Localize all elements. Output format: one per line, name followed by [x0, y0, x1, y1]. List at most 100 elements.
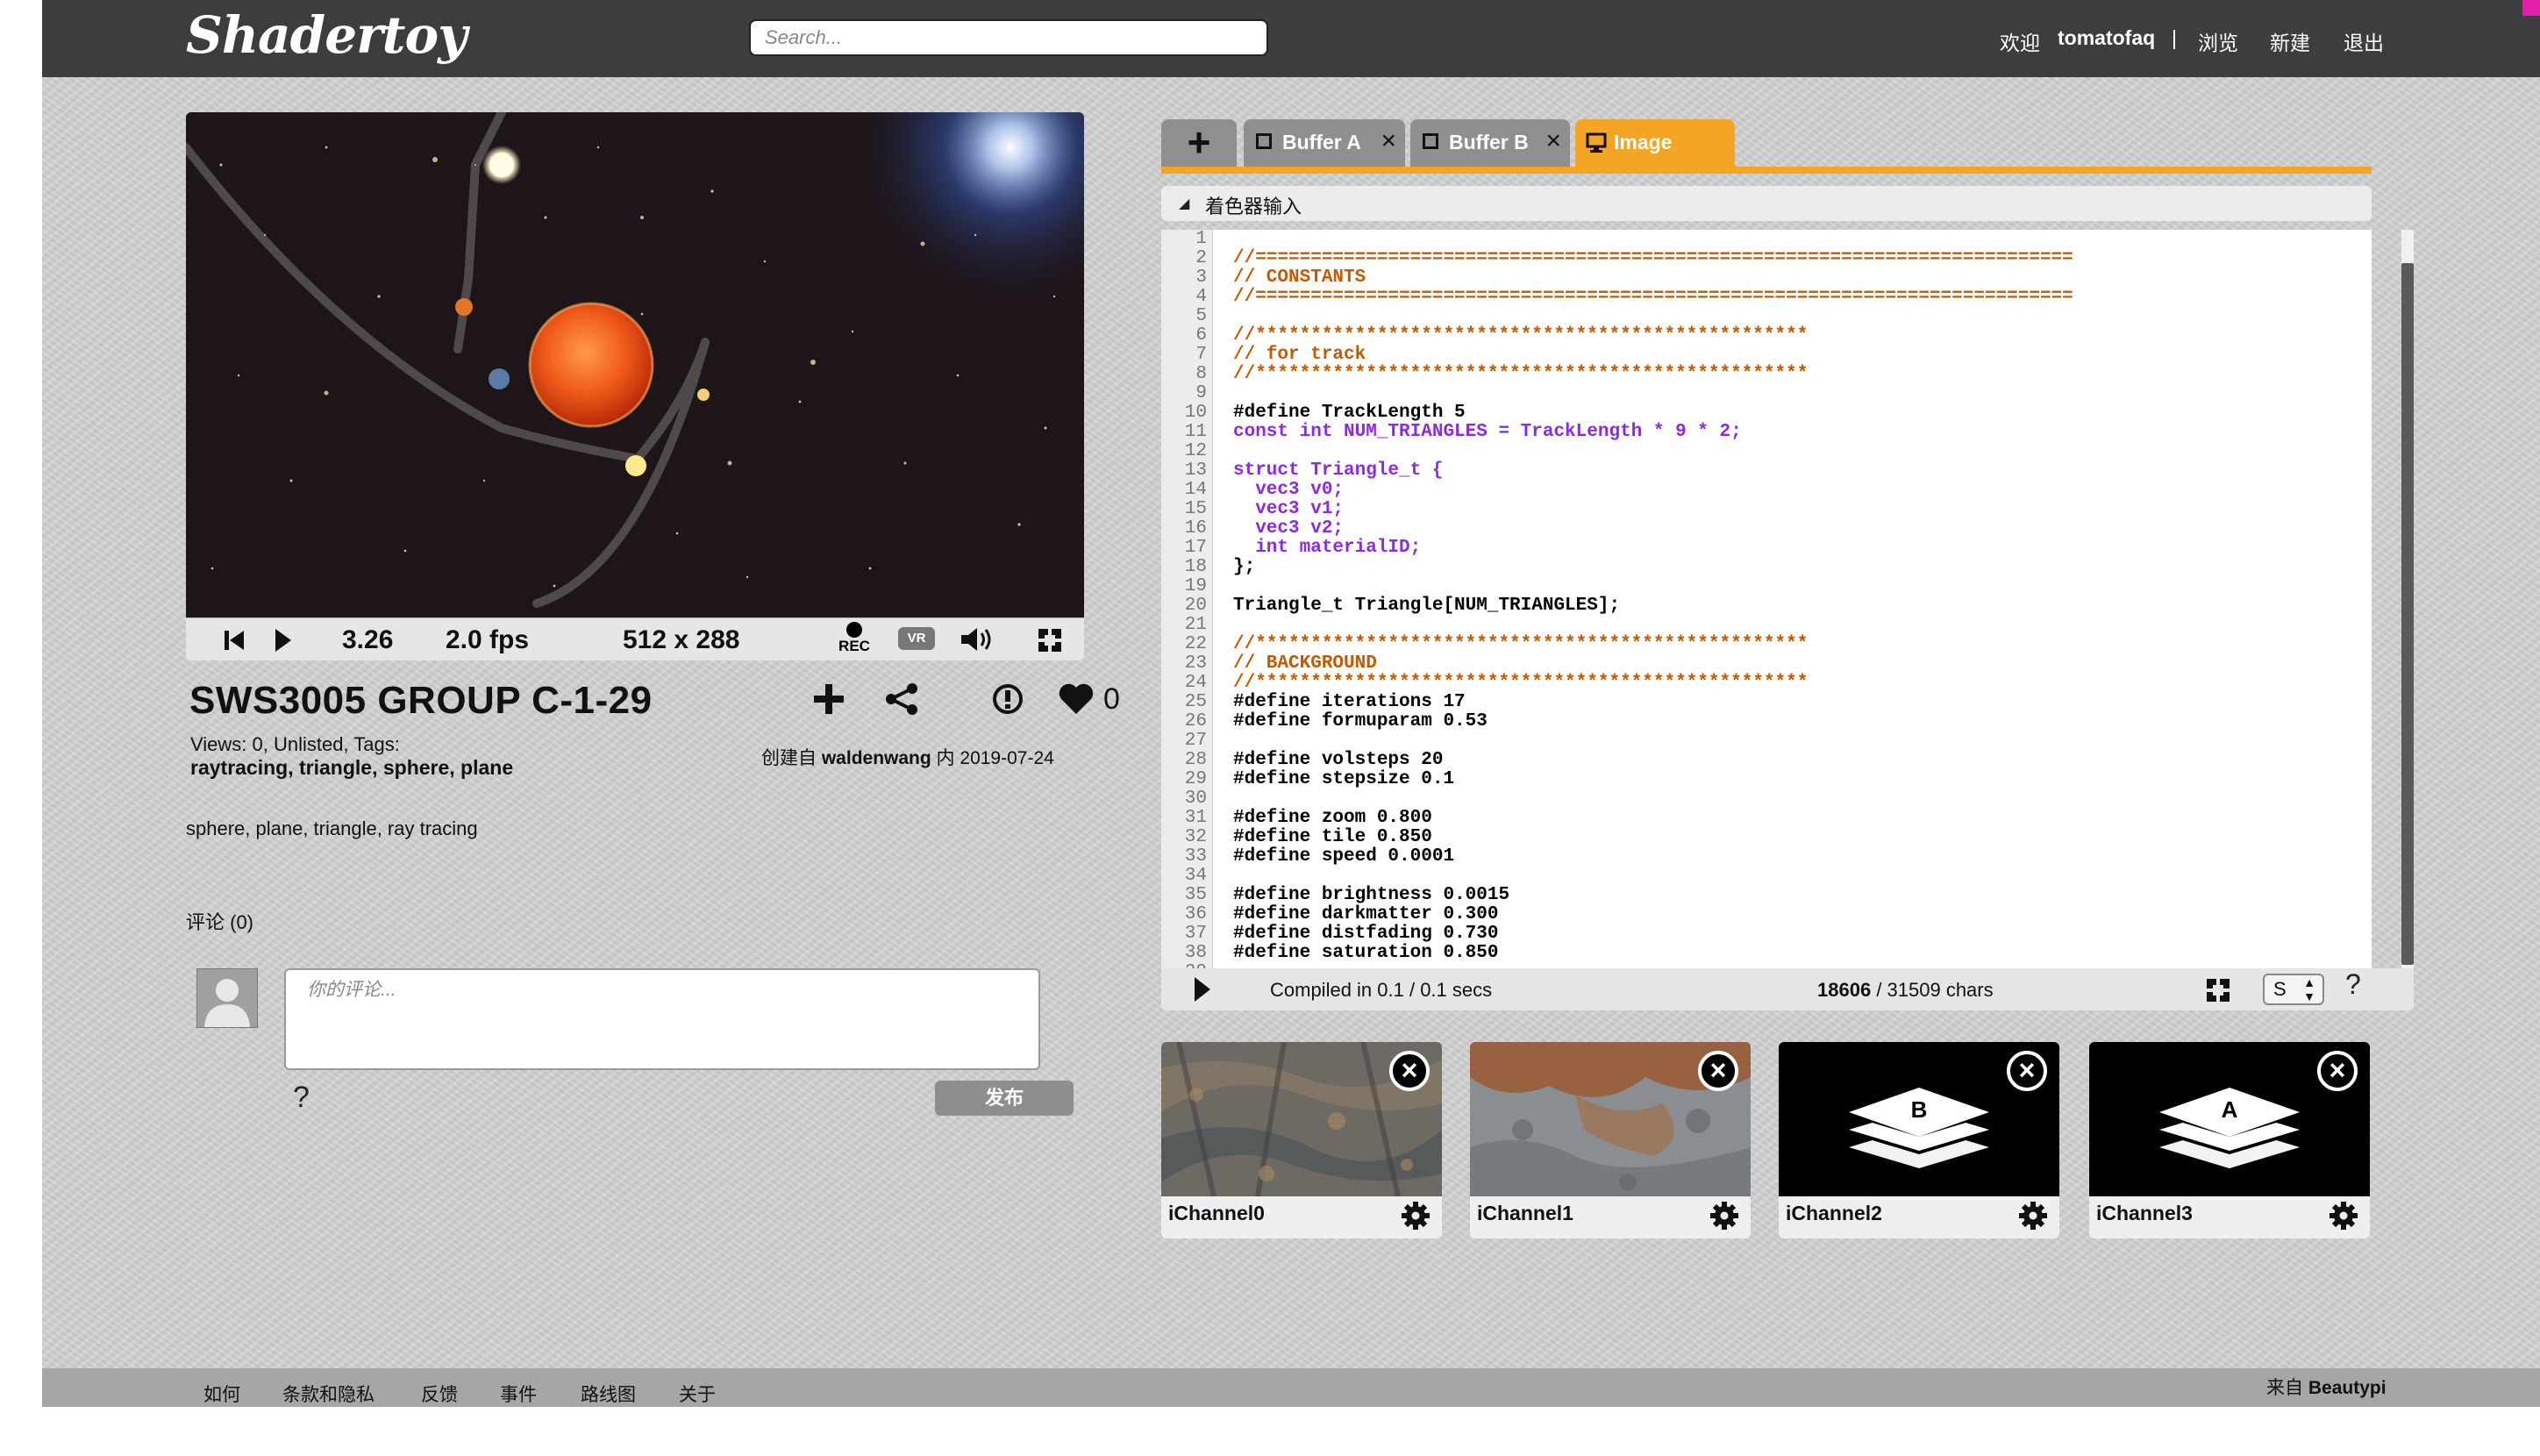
author-link[interactable]: waldenwang — [822, 748, 931, 768]
footer-link-howto[interactable]: 如何 — [203, 1381, 240, 1407]
code-line[interactable] — [1233, 384, 2073, 403]
code-line[interactable]: //======================================… — [1233, 249, 2073, 268]
code-line[interactable]: #define distfading 0.730 — [1233, 924, 2073, 944]
code-line[interactable] — [1233, 307, 2073, 326]
code-line[interactable]: const int NUM_TRIANGLES = TrackLength * … — [1233, 423, 2073, 442]
gear-icon[interactable] — [2328, 1200, 2359, 1231]
scrollbar-thumb[interactable] — [2401, 263, 2414, 965]
tab-image[interactable]: Image — [1575, 119, 1735, 167]
code-line[interactable]: #define speed 0.0001 — [1233, 847, 2073, 867]
code-line[interactable]: int materialID; — [1233, 539, 2073, 558]
shader-canvas[interactable] — [186, 112, 1084, 617]
line-number: 9 — [1195, 383, 1207, 403]
tab-buffer-b[interactable]: Buffer B × — [1410, 119, 1570, 167]
remove-channel-icon[interactable]: × — [2007, 1051, 2047, 1091]
code-line[interactable] — [1233, 789, 2073, 809]
credit-name[interactable]: Beautypi — [2308, 1378, 2387, 1398]
code-line[interactable] — [1233, 230, 2073, 249]
code-line[interactable]: #define volsteps 20 — [1233, 751, 2073, 770]
code-line[interactable]: #define TrackLength 5 — [1233, 403, 2073, 423]
tab-label: Image — [1614, 131, 1673, 153]
player-controls: 3.26 2.0 fps 512 x 288 REC VR — [186, 617, 1084, 660]
line-number: 26 — [1184, 711, 1207, 732]
channel-1[interactable]: × iChannel1 — [1470, 1042, 1751, 1238]
footer-link-roadmap[interactable]: 路线图 — [581, 1381, 636, 1407]
logout-link[interactable]: 退出 — [2344, 26, 2384, 56]
code-line[interactable]: #define tile 0.850 — [1233, 828, 2073, 847]
channel-2[interactable]: B × iChannel2 — [1779, 1042, 2059, 1238]
code-line[interactable]: // CONSTANTS — [1233, 268, 2073, 288]
user-link[interactable]: tomatofaq — [2058, 26, 2155, 50]
code-line[interactable]: Triangle_t Triangle[NUM_TRIANGLES]; — [1233, 596, 2073, 616]
code-line[interactable]: vec3 v1; — [1233, 500, 2073, 519]
code-line[interactable] — [1233, 442, 2073, 461]
code-line[interactable]: vec3 v2; — [1233, 519, 2073, 539]
search-input[interactable] — [749, 19, 1268, 56]
compile-play-icon[interactable] — [1195, 977, 1210, 1002]
share-icon[interactable] — [884, 682, 919, 716]
rewind-icon[interactable] — [223, 629, 246, 652]
code-line[interactable]: #define stepsize 0.1 — [1233, 770, 2073, 789]
shader-tags[interactable]: raytracing, triangle, sphere, plane — [190, 756, 513, 780]
heart-icon[interactable] — [1058, 682, 1095, 716]
code-line[interactable]: struct Triangle_t { — [1233, 461, 2073, 481]
new-link[interactable]: 新建 — [2270, 26, 2310, 56]
gear-icon[interactable] — [2017, 1200, 2049, 1231]
code-line[interactable]: #define saturation 0.850 — [1233, 944, 2073, 963]
code-line[interactable]: //**************************************… — [1233, 326, 2073, 346]
code-line[interactable] — [1233, 732, 2073, 751]
code-line[interactable]: #define zoom 0.800 — [1233, 809, 2073, 828]
code-line[interactable]: }; — [1233, 558, 2073, 577]
code-line[interactable]: #define iterations 17 — [1233, 693, 2073, 712]
channel-3[interactable]: A × iChannel3 — [2089, 1042, 2370, 1238]
browse-link[interactable]: 浏览 — [2198, 26, 2238, 56]
comment-input[interactable] — [284, 968, 1040, 1070]
footer-link-about[interactable]: 关于 — [679, 1381, 716, 1407]
fullscreen-icon[interactable] — [1037, 627, 1063, 653]
remove-channel-icon[interactable]: × — [1698, 1051, 1738, 1091]
comment-help[interactable]: ? — [293, 1081, 310, 1115]
remove-channel-icon[interactable]: × — [1389, 1051, 1430, 1091]
footer-link-events[interactable]: 事件 — [500, 1381, 537, 1407]
code-editor[interactable]: 1 2 3 4 5 6 7 8 9 10 11 12 13 14 15 16 17 18 19 20 21 22 23 24 2… — [1161, 230, 2372, 968]
report-icon[interactable] — [991, 682, 1024, 716]
line-number: 19 — [1184, 576, 1207, 596]
code-line[interactable]: #define darkmatter 0.300 — [1233, 905, 2073, 924]
channel-0[interactable]: × iChannel0 — [1161, 1042, 1442, 1238]
code-line[interactable]: // for track — [1233, 346, 2073, 365]
play-icon[interactable] — [274, 627, 293, 653]
add-to-playlist-icon[interactable] — [812, 682, 845, 716]
code-line[interactable] — [1233, 577, 2073, 596]
code-line[interactable] — [1233, 616, 2073, 635]
editor-help[interactable]: ? — [2345, 968, 2361, 1001]
remove-channel-icon[interactable]: × — [2317, 1051, 2358, 1091]
code-line[interactable]: #define formuparam 0.53 — [1233, 712, 2073, 732]
add-tab-button[interactable]: + — [1161, 119, 1237, 167]
code-line[interactable]: //**************************************… — [1233, 635, 2073, 654]
code-line[interactable]: //**************************************… — [1233, 674, 2073, 693]
tab-buffer-a[interactable]: Buffer A × — [1244, 119, 1405, 167]
close-tab-icon[interactable]: × — [1545, 126, 1561, 156]
code-line[interactable]: vec3 v0; — [1233, 481, 2073, 500]
close-tab-icon[interactable]: × — [1381, 126, 1396, 156]
code-line[interactable]: #define brightness 0.0015 — [1233, 886, 2073, 905]
code-line[interactable]: // BACKGROUND — [1233, 654, 2073, 674]
font-size-select[interactable]: S ▲ ▼ — [2263, 974, 2324, 1005]
publish-button[interactable]: 发布 — [935, 1081, 1074, 1116]
record-button[interactable]: REC — [835, 622, 874, 655]
gear-icon[interactable] — [1400, 1200, 1431, 1231]
gear-icon[interactable] — [1709, 1200, 1740, 1231]
vr-button[interactable]: VR — [898, 627, 935, 650]
footer-link-terms[interactable]: 条款和隐私 — [282, 1381, 375, 1407]
record-icon — [846, 622, 862, 638]
volume-icon[interactable] — [960, 625, 995, 653]
footer-link-feedback[interactable]: 反馈 — [421, 1381, 458, 1407]
code-line[interactable] — [1233, 867, 2073, 886]
shader-inputs-toggle[interactable]: ◢ 着色器输入 — [1161, 186, 2372, 221]
editor-fullscreen-icon[interactable] — [2205, 977, 2231, 1003]
code-line[interactable]: //**************************************… — [1233, 365, 2073, 384]
code-line[interactable]: //======================================… — [1233, 288, 2073, 307]
scrollbar[interactable] — [2401, 230, 2414, 968]
logo[interactable]: Shadertoy — [186, 5, 467, 65]
code-lines[interactable]: //======================================… — [1233, 230, 2073, 968]
